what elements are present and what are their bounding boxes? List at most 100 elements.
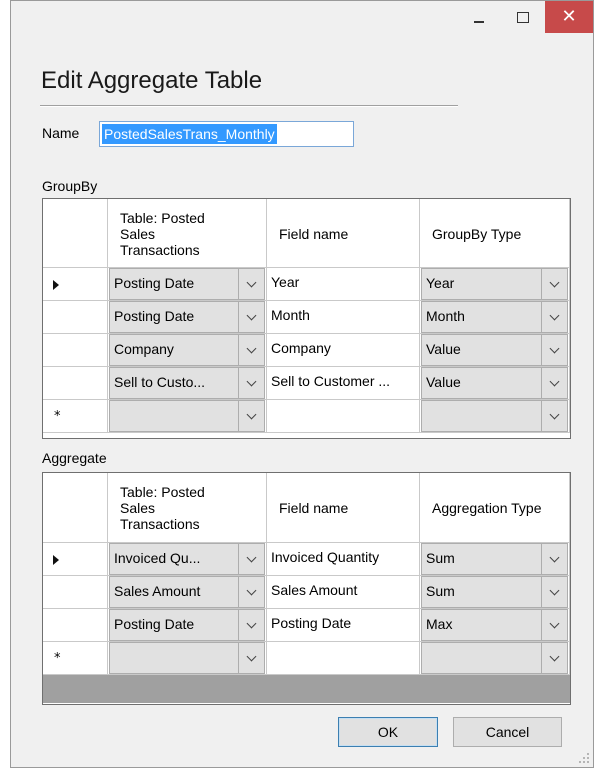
ok-button[interactable]: OK [338,717,438,747]
table-cell[interactable]: Company [108,334,267,367]
name-input[interactable]: PostedSalesTrans_Monthly [99,121,354,147]
column-header[interactable]: Table: Posted Sales Transactions [108,199,267,268]
row-selector[interactable] [43,543,108,576]
row-selector[interactable]: * [43,642,108,675]
type-combobox[interactable]: Sum [421,576,568,608]
new-row[interactable]: * [43,642,570,675]
type-cell[interactable]: Value [420,367,570,400]
table-combobox[interactable]: Posting Date [109,268,265,300]
table-cell[interactable]: Sell to Custo... [108,367,267,400]
chevron-down-icon [549,552,560,562]
row-selector[interactable] [43,334,108,367]
table-row[interactable]: Sales Amount Sales Amount Sum [43,576,570,609]
field-name-cell[interactable]: Sales Amount [267,576,420,609]
cancel-button[interactable]: Cancel [453,717,562,747]
table-combobox[interactable]: Posting Date [109,301,265,333]
table-cell[interactable]: Invoiced Qu... [108,543,267,576]
dropdown-button[interactable] [541,643,567,673]
dropdown-button[interactable] [238,544,264,574]
table-combobox[interactable]: Posting Date [109,609,265,641]
type-cell[interactable] [420,400,570,433]
chevron-down-icon [246,376,257,386]
table-row[interactable]: Sell to Custo... Sell to Customer ... Valu… [43,367,570,400]
maximize-button[interactable] [501,1,545,33]
row-selector[interactable] [43,609,108,642]
column-header[interactable]: Field name [267,199,420,268]
table-cell[interactable] [108,642,267,675]
type-cell[interactable]: Month [420,301,570,334]
type-combobox[interactable]: Value [421,367,568,399]
table-row[interactable]: Invoiced Qu... Invoiced Quantity Sum [43,543,570,576]
row-selector[interactable]: * [43,400,108,433]
type-combobox[interactable]: Year [421,268,568,300]
dropdown-button[interactable] [238,401,264,431]
close-button[interactable]: ✕ [545,1,593,33]
table-cell[interactable]: Sales Amount [108,576,267,609]
dropdown-button[interactable] [541,335,567,365]
column-header[interactable]: Field name [267,473,420,543]
dropdown-button[interactable] [541,544,567,574]
table-combobox[interactable]: Company [109,334,265,366]
type-combobox[interactable]: Sum [421,543,568,575]
dropdown-button[interactable] [238,610,264,640]
table-row[interactable]: Posting Date Year Year [43,268,570,301]
field-name-cell[interactable]: Posting Date [267,609,420,642]
table-cell[interactable]: Posting Date [108,301,267,334]
dropdown-button[interactable] [238,269,264,299]
minimize-button[interactable] [457,1,501,33]
table-cell[interactable]: Posting Date [108,609,267,642]
table-combobox[interactable] [109,400,265,432]
table-combobox[interactable]: Sell to Custo... [109,367,265,399]
type-combobox[interactable]: Value [421,334,568,366]
type-combobox[interactable] [421,642,568,674]
column-header-line: Field name [279,225,349,242]
row-selector[interactable] [43,367,108,400]
row-selector[interactable] [43,301,108,334]
table-row[interactable]: Posting Date Posting Date Max [43,609,570,642]
dialog-window: ✕ Edit Aggregate Table Name PostedSalesT… [10,0,594,768]
dropdown-button[interactable] [541,368,567,398]
field-name-cell[interactable]: Invoiced Quantity [267,543,420,576]
table-combobox[interactable]: Invoiced Qu... [109,543,265,575]
table-row[interactable]: Company Company Value [43,334,570,367]
new-row[interactable]: * [43,400,570,433]
type-cell[interactable]: Value [420,334,570,367]
dropdown-button[interactable] [541,302,567,332]
dropdown-button[interactable] [238,643,264,673]
type-cell[interactable]: Sum [420,576,570,609]
table-cell[interactable]: Posting Date [108,268,267,301]
field-name-cell[interactable] [267,400,420,433]
column-header[interactable]: GroupBy Type [420,199,570,268]
dropdown-button[interactable] [541,577,567,607]
type-combobox[interactable] [421,400,568,432]
field-name-cell[interactable]: Month [267,301,420,334]
field-name-cell[interactable] [267,642,420,675]
column-header[interactable]: Aggregation Type [420,473,570,543]
field-name-cell[interactable]: Sell to Customer ... [267,367,420,400]
type-combobox[interactable]: Month [421,301,568,333]
dropdown-button[interactable] [238,577,264,607]
type-cell[interactable]: Max [420,609,570,642]
table-combobox[interactable]: Sales Amount [109,576,265,608]
type-combobox[interactable]: Max [421,609,568,641]
groupby-grid[interactable]: Table: Posted Sales Transactions Field name… [42,198,571,439]
table-row[interactable]: Posting Date Month Month [43,301,570,334]
field-name-cell[interactable]: Year [267,268,420,301]
type-cell[interactable] [420,642,570,675]
dropdown-button[interactable] [238,368,264,398]
aggregate-grid[interactable]: Table: Posted Sales Transactions Field name… [42,472,571,705]
column-header[interactable]: Table: Posted Sales Transactions [108,473,267,543]
resize-grip[interactable] [577,751,589,763]
field-name-cell[interactable]: Company [267,334,420,367]
type-cell[interactable]: Year [420,268,570,301]
dropdown-button[interactable] [541,269,567,299]
dropdown-button[interactable] [238,335,264,365]
dropdown-button[interactable] [541,610,567,640]
type-cell[interactable]: Sum [420,543,570,576]
row-selector[interactable] [43,268,108,301]
row-selector[interactable] [43,576,108,609]
dropdown-button[interactable] [541,401,567,431]
dropdown-button[interactable] [238,302,264,332]
table-combobox[interactable] [109,642,265,674]
table-cell[interactable] [108,400,267,433]
